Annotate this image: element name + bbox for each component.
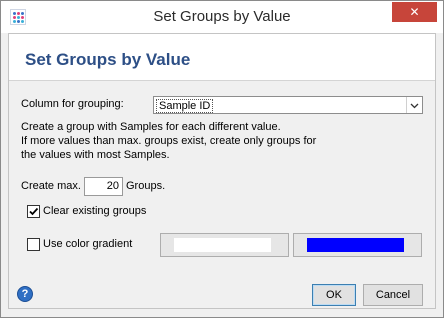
column-label: Column for grouping: (21, 98, 124, 110)
description-text: Create a group with Samples for each dif… (21, 120, 316, 162)
grouping-column-value: Sample ID (156, 99, 214, 113)
gradient-start-color-button[interactable] (160, 233, 289, 257)
grouping-column-select[interactable]: Sample ID (153, 96, 423, 114)
clear-groups-checkbox[interactable] (27, 205, 40, 218)
checkmark-icon (29, 207, 39, 216)
color-gradient-checkbox[interactable] (27, 238, 40, 251)
max-groups-label: Create max. (21, 180, 81, 192)
header-panel: Set Groups by Value (9, 34, 435, 81)
close-icon: ✕ (409, 5, 420, 19)
dialog-content: Set Groups by Value Column for grouping:… (8, 33, 436, 309)
description-line: If more values than max. groups exist, c… (21, 135, 317, 147)
title-bar: Set Groups by Value ✕ (1, 1, 443, 33)
chevron-down-icon[interactable] (406, 97, 422, 113)
gradient-end-color-button[interactable] (293, 233, 422, 257)
groups-suffix-label: Groups. (126, 180, 166, 192)
window-title: Set Groups by Value (153, 8, 291, 25)
end-color-swatch (307, 238, 404, 252)
description-line: the values with most Samples. (21, 149, 170, 161)
close-button[interactable]: ✕ (392, 2, 437, 22)
max-groups-input[interactable]: 20 (84, 177, 123, 196)
color-gradient-label: Use color gradient (43, 238, 133, 250)
page-title: Set Groups by Value (25, 50, 191, 69)
help-icon[interactable]: ? (17, 286, 33, 302)
cancel-button[interactable]: Cancel (363, 284, 423, 306)
description-line: Create a group with Samples for each dif… (21, 121, 281, 133)
ok-button[interactable]: OK (312, 284, 356, 306)
dialog-window: Set Groups by Value ✕ Set Groups by Valu… (0, 0, 444, 318)
start-color-swatch (174, 238, 271, 252)
clear-groups-label: Clear existing groups (43, 205, 147, 217)
